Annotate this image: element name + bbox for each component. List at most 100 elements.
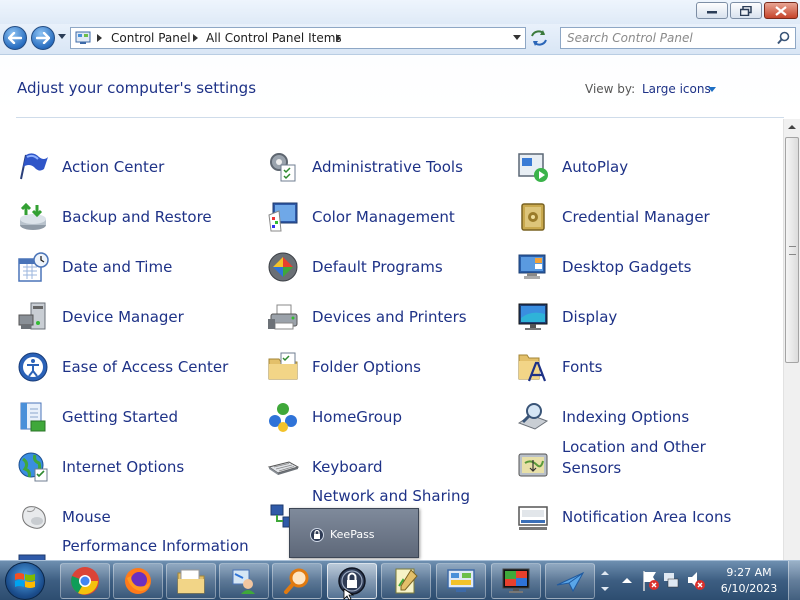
item-mouse[interactable]: Mouse <box>17 497 257 537</box>
item-notification-area-icons[interactable]: Notification Area Icons <box>517 497 757 537</box>
item-label: Administrative Tools <box>312 158 463 176</box>
notepad-icon <box>395 568 418 594</box>
item-ease-of-access-center[interactable]: Ease of Access Center <box>17 347 257 387</box>
system-tray <box>622 571 705 591</box>
breadcrumb-control-panel[interactable]: Control Panel <box>111 31 191 45</box>
close-button[interactable] <box>764 2 798 19</box>
breadcrumb-separator-icon[interactable] <box>193 34 198 42</box>
search-icon[interactable] <box>777 31 790 45</box>
view-by-dropdown-icon[interactable] <box>708 87 716 92</box>
item-action-center[interactable]: Action Center <box>17 147 257 187</box>
start-button[interactable] <box>5 562 45 600</box>
item-administrative-tools[interactable]: Administrative Tools <box>267 147 507 187</box>
back-arrow-icon <box>8 32 22 44</box>
address-dropdown-icon[interactable] <box>513 35 521 40</box>
forward-button[interactable] <box>31 26 55 50</box>
item-date-and-time[interactable]: Date and Time <box>17 247 257 287</box>
view-by-selector[interactable]: Large icons <box>642 82 711 96</box>
breadcrumb-all-items[interactable]: All Control Panel Items <box>206 31 342 45</box>
item-label: Folder Options <box>312 358 421 376</box>
refresh-icon[interactable] <box>528 28 550 48</box>
breadcrumb-separator-icon[interactable] <box>336 34 341 42</box>
taskbar-chrome[interactable] <box>60 563 110 599</box>
show-desktop-button[interactable] <box>788 561 800 600</box>
taskbar-explorer[interactable] <box>166 563 216 599</box>
calendar-clock-icon <box>18 252 49 282</box>
search-input[interactable]: Search Control Panel <box>567 31 693 45</box>
title-bar <box>0 0 800 24</box>
item-autoplay[interactable]: AutoPlay <box>517 147 757 187</box>
indexing-icon <box>517 403 549 430</box>
back-button[interactable] <box>3 26 27 50</box>
tools-icon <box>270 153 296 182</box>
item-label: Performance Information <box>62 537 249 555</box>
item-getting-started[interactable]: Getting Started <box>17 397 257 437</box>
internet-options-icon <box>18 452 48 482</box>
search-box[interactable]: Search Control Panel <box>560 27 796 49</box>
windows-logo-icon <box>15 573 35 588</box>
taskbar-user-accounts[interactable] <box>219 563 269 599</box>
item-label: Network and Sharing <box>312 487 470 505</box>
scrollbar-thumb[interactable] <box>785 137 799 363</box>
item-performance-information[interactable]: Performance Information <box>17 537 257 560</box>
item-label: Mouse <box>62 508 111 526</box>
item-keyboard[interactable]: Keyboard <box>267 447 507 487</box>
mouse-icon <box>22 506 46 529</box>
item-label: Date and Time <box>62 258 173 276</box>
header-divider <box>16 117 784 118</box>
control-panel-icon <box>75 31 91 44</box>
item-device-manager[interactable]: Device Manager <box>17 297 257 337</box>
item-indexing-options[interactable]: Indexing Options <box>517 397 757 437</box>
tooltip-label: KeePass <box>330 528 375 541</box>
forward-arrow-icon <box>36 32 50 44</box>
item-label: Default Programs <box>312 258 443 276</box>
action-center-flag-icon[interactable] <box>643 571 659 591</box>
explorer-icon <box>177 569 205 594</box>
ease-of-access-icon <box>18 352 48 382</box>
item-devices-and-printers[interactable]: Devices and Printers <box>267 297 507 337</box>
taskbar-notepad[interactable] <box>381 563 431 599</box>
item-internet-options[interactable]: Internet Options <box>17 447 257 487</box>
network-tray-icon[interactable] <box>664 573 679 588</box>
monitor-icon <box>518 303 548 330</box>
taskbar-thumbnail-tooltip[interactable]: KeePass <box>289 508 419 558</box>
item-credential-manager[interactable]: Credential Manager <box>517 197 757 237</box>
taskbar-clock[interactable]: 9:27 AM 6/10/2023 <box>714 565 784 597</box>
show-hidden-icons-icon[interactable] <box>622 578 632 583</box>
vertical-scrollbar[interactable] <box>783 119 800 560</box>
item-label: AutoPlay <box>562 158 629 176</box>
volume-muted-icon[interactable] <box>688 572 705 590</box>
taskbar-display-app[interactable] <box>491 563 541 599</box>
item-display[interactable]: Display <box>517 297 757 337</box>
item-label: Fonts <box>562 358 603 376</box>
restore-button[interactable] <box>730 2 762 19</box>
taskbar-firefox[interactable] <box>113 563 163 599</box>
scroll-up-icon[interactable] <box>784 119 800 135</box>
taskbar-scroll-icon[interactable] <box>598 563 612 599</box>
item-folder-options[interactable]: Folder Options <box>267 347 507 387</box>
printer-icon <box>268 304 298 330</box>
item-label: Internet Options <box>62 458 185 476</box>
taskbar-vpn[interactable] <box>545 563 595 599</box>
item-fonts[interactable]: Fonts <box>517 347 757 387</box>
address-bar[interactable]: Control Panel All Control Panel Items <box>70 27 526 49</box>
item-label: Keyboard <box>312 458 383 476</box>
item-label: Notification Area Icons <box>562 508 732 526</box>
default-programs-icon <box>268 252 298 282</box>
sensors-icon <box>518 453 548 477</box>
item-homegroup[interactable]: HomeGroup <box>267 397 507 437</box>
breadcrumb-separator-icon[interactable] <box>97 34 102 42</box>
taskbar-search-app[interactable] <box>272 563 322 599</box>
item-desktop-gadgets[interactable]: Desktop Gadgets <box>517 247 757 287</box>
item-location-and-other-sensors[interactable]: Location and Other Sensors <box>517 437 757 477</box>
flag-icon <box>20 153 48 180</box>
performance-icon <box>18 554 46 560</box>
page-title: Adjust your computer's settings <box>17 79 257 97</box>
taskbar-control-panel[interactable] <box>436 563 486 599</box>
minimize-button[interactable] <box>696 2 728 19</box>
recent-pages-dropdown-icon[interactable] <box>58 34 66 39</box>
item-color-management[interactable]: Color Management <box>267 197 507 237</box>
firefox-icon <box>125 568 151 594</box>
item-default-programs[interactable]: Default Programs <box>267 247 507 287</box>
item-backup-and-restore[interactable]: Backup and Restore <box>17 197 257 237</box>
